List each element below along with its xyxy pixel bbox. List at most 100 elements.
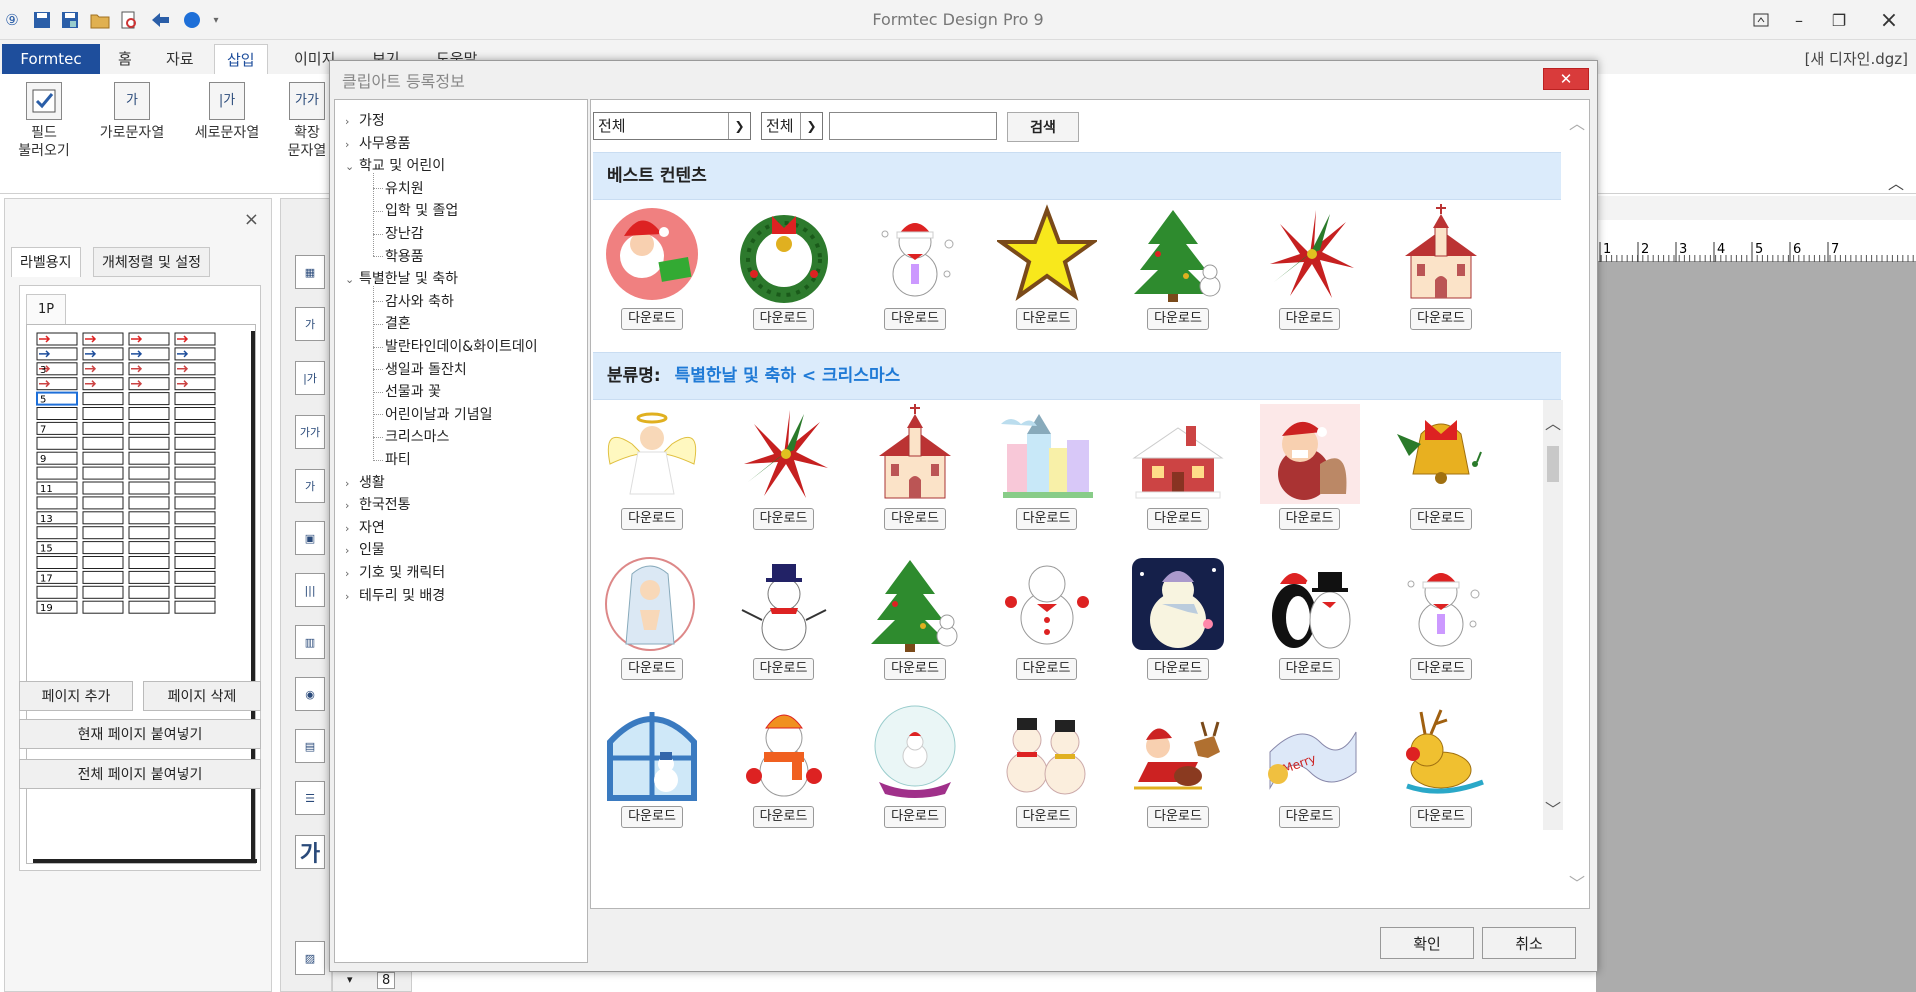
snowman-night-clipart[interactable] (1128, 554, 1228, 654)
snowman-clipart[interactable] (865, 204, 965, 304)
page-dropdown-icon[interactable]: ▾ (347, 973, 353, 986)
panel-close-icon[interactable]: × (244, 209, 259, 230)
tree-node[interactable]: ⌄ 특별한날 및 축하 (345, 268, 458, 288)
design-canvas[interactable] (1596, 262, 1916, 992)
download-button[interactable]: 다운로드 (1278, 658, 1341, 680)
label-cell[interactable] (128, 600, 170, 614)
download-button[interactable]: 다운로드 (1410, 658, 1472, 680)
label-cell[interactable] (174, 481, 216, 495)
extended-text-button[interactable]: 가가 확장 문자열 (282, 82, 332, 160)
tree-node[interactable]: › 한국전통 (345, 494, 411, 514)
barcode-tool-icon[interactable]: ||| (295, 573, 325, 607)
label-cell[interactable] (82, 570, 124, 584)
label-cell[interactable] (128, 585, 170, 599)
line-tool-icon[interactable]: ☰ (295, 781, 325, 815)
tab-home[interactable]: 홈 (106, 44, 144, 74)
tree-node[interactable]: 장난감 (373, 223, 424, 243)
label-cell[interactable] (128, 511, 170, 525)
horizontal-text-button[interactable]: 가 가로문자열 (92, 82, 172, 142)
download-button[interactable]: 다운로드 (621, 658, 683, 680)
window-close-icon[interactable]: × (1864, 0, 1914, 40)
download-button[interactable]: 다운로드 (884, 308, 946, 330)
label-cell[interactable] (174, 556, 216, 569)
label-cell[interactable] (174, 511, 216, 525)
church-clipart[interactable] (865, 404, 965, 504)
label-cell[interactable] (174, 600, 216, 614)
chevron-right-icon[interactable]: › (345, 522, 359, 535)
download-button[interactable]: 다운로드 (1015, 658, 1078, 680)
chevron-right-icon[interactable]: › (345, 477, 359, 490)
santa-clipart[interactable] (602, 204, 702, 304)
font-tool-icon[interactable]: 가 (295, 835, 325, 869)
santa-bag-clipart[interactable] (1259, 404, 1360, 504)
download-button[interactable]: 다운로드 (1147, 308, 1209, 330)
inner-scroll-thumb[interactable] (1547, 446, 1559, 482)
download-button[interactable]: 다운로드 (1278, 508, 1341, 530)
download-button[interactable]: 다운로드 (752, 806, 815, 828)
tree-node[interactable]: 감사와 축하 (373, 291, 454, 311)
chevron-right-icon[interactable]: › (345, 590, 359, 603)
label-cell[interactable] (36, 526, 78, 540)
tree-node[interactable]: › 기호 및 캐릭터 (345, 562, 445, 582)
vertical-text-button[interactable]: |가 세로문자열 (186, 82, 268, 142)
label-cell[interactable] (36, 496, 78, 510)
add-page-button[interactable]: 페이지 추가 (19, 681, 133, 711)
snowman-dance-clipart[interactable] (997, 554, 1097, 654)
restore-icon[interactable]: ❐ (1814, 0, 1864, 40)
tree-node[interactable]: › 테두리 및 배경 (345, 585, 445, 605)
dialog-close-button[interactable]: ✕ (1543, 68, 1589, 90)
window-clipart[interactable] (602, 702, 702, 802)
tree-node[interactable]: ⌄ 학교 및 어린이 (345, 155, 445, 175)
label-cell[interactable] (174, 421, 216, 435)
label-cell[interactable] (128, 392, 170, 406)
search-input[interactable] (829, 112, 997, 140)
snowglobe-clipart[interactable] (865, 702, 965, 802)
snow-house-clipart[interactable] (1128, 404, 1228, 504)
label-cell[interactable] (82, 392, 124, 406)
label-cell[interactable] (82, 421, 124, 435)
download-button[interactable]: 다운로드 (1147, 806, 1209, 828)
download-button[interactable]: 다운로드 (1410, 308, 1472, 330)
tree-node[interactable]: 선물과 꽃 (373, 381, 441, 401)
label-cell[interactable] (36, 436, 78, 450)
label-cell[interactable] (36, 585, 78, 599)
cancel-button[interactable]: 취소 (1482, 927, 1576, 959)
download-button[interactable]: 다운로드 (621, 308, 683, 330)
label-cell[interactable] (82, 466, 124, 480)
reindeer-clipart[interactable] (1391, 702, 1491, 802)
chevron-right-icon[interactable]: › (345, 499, 359, 512)
town-clipart[interactable] (997, 404, 1097, 504)
wreath-clipart[interactable] (734, 204, 834, 304)
label-cell[interactable] (82, 541, 124, 555)
label-cell[interactable] (174, 541, 216, 555)
angel-clipart[interactable] (602, 404, 702, 504)
label-cell[interactable] (82, 436, 124, 450)
download-button[interactable]: 다운로드 (621, 806, 683, 828)
snowmen-family-clipart[interactable] (997, 702, 1097, 802)
label-cell[interactable] (82, 451, 124, 465)
label-cell[interactable] (174, 526, 216, 540)
label-cell[interactable] (128, 407, 170, 420)
label-cell[interactable] (128, 421, 170, 435)
poinsettia-clipart[interactable] (734, 404, 834, 504)
tree-node[interactable]: › 자연 (345, 517, 385, 537)
download-button[interactable]: 다운로드 (884, 658, 946, 680)
tree-clipart[interactable] (1128, 204, 1228, 304)
label-cell[interactable] (174, 585, 216, 599)
download-button[interactable]: 다운로드 (1015, 508, 1078, 530)
bell-clipart[interactable] (1391, 404, 1491, 504)
label-cell[interactable] (82, 556, 124, 569)
image-tool-icon[interactable]: ◉ (295, 677, 325, 711)
inner-scrollbar[interactable]: ︿ ﹀ (1543, 400, 1563, 830)
outer-scroll-up-icon[interactable]: ︿ (1569, 110, 1585, 134)
chevron-right-icon[interactable]: › (345, 544, 359, 557)
load-field-button[interactable]: 필드 불러오기 (8, 82, 80, 160)
tab-data[interactable]: 자료 (154, 44, 206, 74)
tab-label-paper[interactable]: 라벨용지 (11, 247, 81, 277)
tree-node[interactable]: 어린이날과 기념일 (373, 404, 493, 424)
download-button[interactable]: 다운로드 (1278, 806, 1341, 828)
download-button[interactable]: 다운로드 (1147, 508, 1209, 530)
page-tab-1p[interactable]: 1P (26, 294, 66, 324)
church-clipart[interactable] (1391, 204, 1491, 304)
label-cell[interactable] (82, 526, 124, 540)
